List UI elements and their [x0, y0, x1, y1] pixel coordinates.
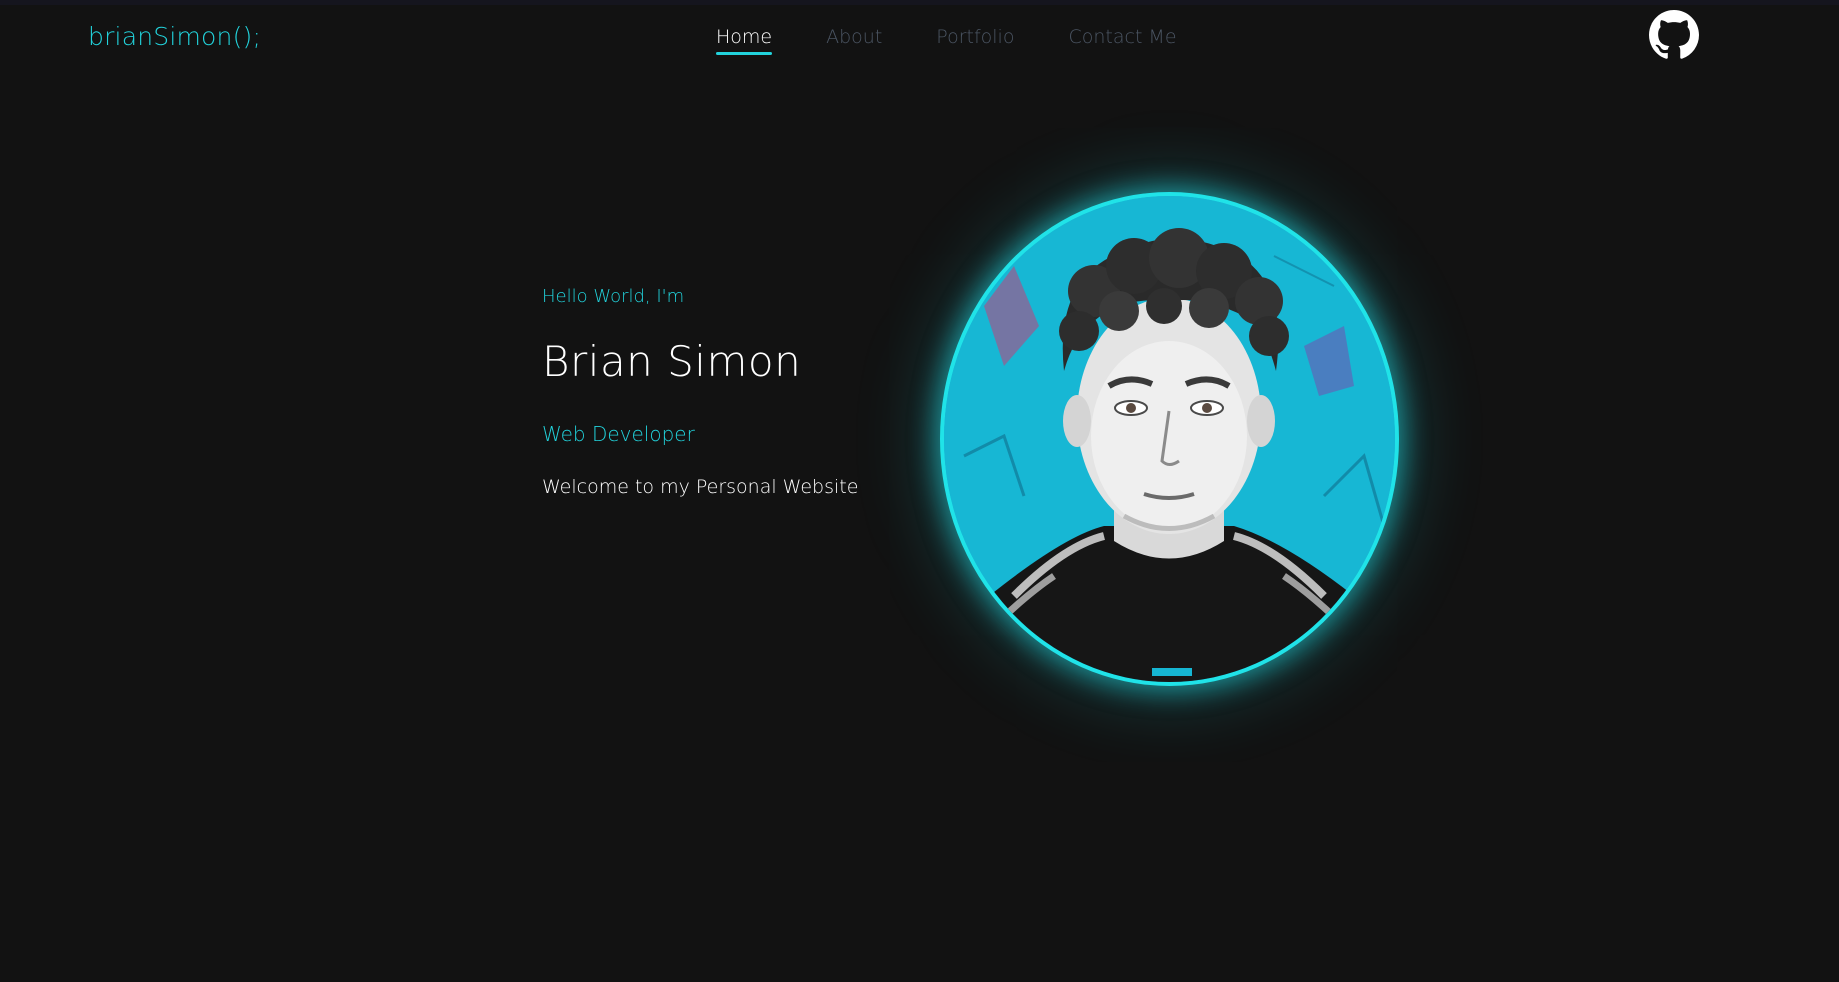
portrait-illustration	[944, 196, 1395, 682]
hero-role: Web Developer	[542, 422, 695, 446]
hero-text: Hello World, I'm Brian Simon Web Develop…	[542, 286, 922, 498]
nav-home[interactable]: Home	[716, 26, 773, 56]
hero-welcome: Welcome to my Personal Website	[542, 476, 859, 498]
profile-portrait	[940, 192, 1399, 686]
nav-links: Home About Portfolio Contact Me	[716, 26, 1177, 56]
nav-portfolio[interactable]: Portfolio	[936, 26, 1014, 56]
nav-about[interactable]: About	[826, 26, 882, 56]
hero-name: Brian Simon	[542, 337, 802, 386]
github-icon[interactable]	[1649, 10, 1699, 60]
hero-greeting: Hello World, I'm	[542, 286, 685, 307]
site-logo[interactable]: brianSimon();	[88, 22, 261, 51]
nav-contact[interactable]: Contact Me	[1068, 26, 1176, 56]
navbar: brianSimon(); Home About Portfolio Conta…	[0, 0, 1839, 76]
